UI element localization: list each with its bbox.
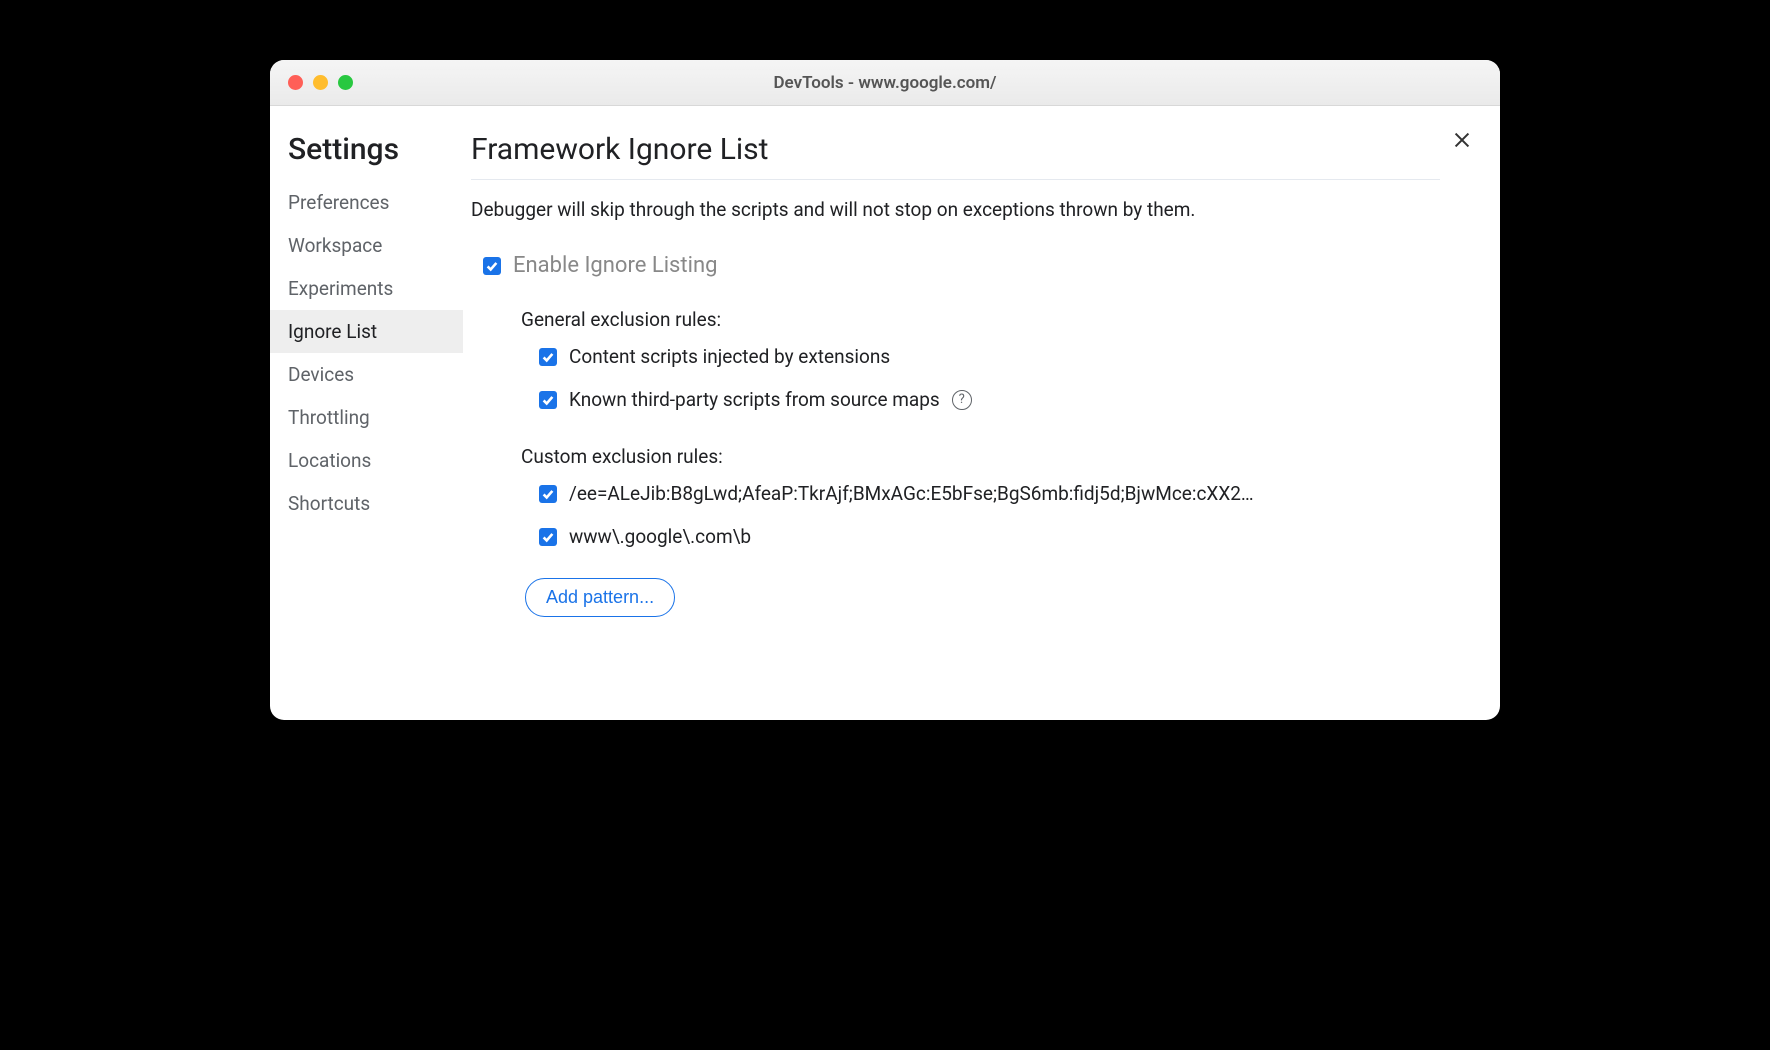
- enable-ignore-listing-checkbox[interactable]: [483, 257, 501, 275]
- sidebar-item-ignore-list[interactable]: Ignore List: [270, 310, 463, 353]
- page-description: Debugger will skip through the scripts a…: [471, 198, 1440, 221]
- sidebar-item-shortcuts[interactable]: Shortcuts: [270, 482, 463, 525]
- checkmark-icon: [541, 530, 555, 544]
- third-party-checkbox[interactable]: [539, 391, 557, 409]
- general-rule-third-party[interactable]: Known third-party scripts from source ma…: [539, 388, 1440, 411]
- checkmark-icon: [541, 393, 555, 407]
- window-maximize-button[interactable]: [338, 75, 353, 90]
- checkmark-icon: [541, 350, 555, 364]
- sidebar-item-devices[interactable]: Devices: [270, 353, 463, 396]
- custom-rules-label: Custom exclusion rules:: [521, 445, 1440, 468]
- sidebar-item-locations[interactable]: Locations: [270, 439, 463, 482]
- sidebar: Settings Preferences Workspace Experimen…: [270, 106, 463, 720]
- traffic-lights: [270, 75, 353, 90]
- sidebar-item-preferences[interactable]: Preferences: [270, 181, 463, 224]
- general-rules-label: General exclusion rules:: [521, 308, 1440, 331]
- custom-rule-0-checkbox[interactable]: [539, 485, 557, 503]
- sidebar-item-experiments[interactable]: Experiments: [270, 267, 463, 310]
- custom-rule-1-label: www\.google\.com\b: [569, 525, 751, 548]
- checkmark-icon: [541, 487, 555, 501]
- custom-rule-1-checkbox[interactable]: [539, 528, 557, 546]
- enable-ignore-listing-label: Enable Ignore Listing: [513, 253, 717, 278]
- sidebar-title: Settings: [270, 132, 463, 181]
- custom-rule-1[interactable]: www\.google\.com\b: [539, 525, 1440, 548]
- content-area: Settings Preferences Workspace Experimen…: [270, 106, 1500, 720]
- close-settings-button[interactable]: [1448, 126, 1476, 154]
- content-scripts-checkbox[interactable]: [539, 348, 557, 366]
- sidebar-item-workspace[interactable]: Workspace: [270, 224, 463, 267]
- window-title: DevTools - www.google.com/: [270, 73, 1500, 93]
- add-pattern-button[interactable]: Add pattern...: [525, 578, 675, 617]
- enable-ignore-listing-row[interactable]: Enable Ignore Listing: [483, 253, 1440, 278]
- page-title: Framework Ignore List: [471, 132, 1440, 180]
- content-scripts-label: Content scripts injected by extensions: [569, 345, 890, 368]
- help-icon[interactable]: ?: [952, 390, 972, 410]
- close-icon: [1451, 129, 1473, 151]
- window-minimize-button[interactable]: [313, 75, 328, 90]
- third-party-label: Known third-party scripts from source ma…: [569, 388, 940, 411]
- checkmark-icon: [485, 259, 499, 273]
- general-rule-content-scripts[interactable]: Content scripts injected by extensions: [539, 345, 1440, 368]
- main-panel: Framework Ignore List Debugger will skip…: [463, 106, 1500, 720]
- titlebar: DevTools - www.google.com/: [270, 60, 1500, 106]
- window-close-button[interactable]: [288, 75, 303, 90]
- custom-rule-0-label: /ee=ALeJib:B8gLwd;AfeaP:TkrAjf;BMxAGc:E5…: [569, 482, 1254, 505]
- sidebar-item-throttling[interactable]: Throttling: [270, 396, 463, 439]
- devtools-settings-window: DevTools - www.google.com/ Settings Pref…: [270, 60, 1500, 720]
- custom-rule-0[interactable]: /ee=ALeJib:B8gLwd;AfeaP:TkrAjf;BMxAGc:E5…: [539, 482, 1440, 505]
